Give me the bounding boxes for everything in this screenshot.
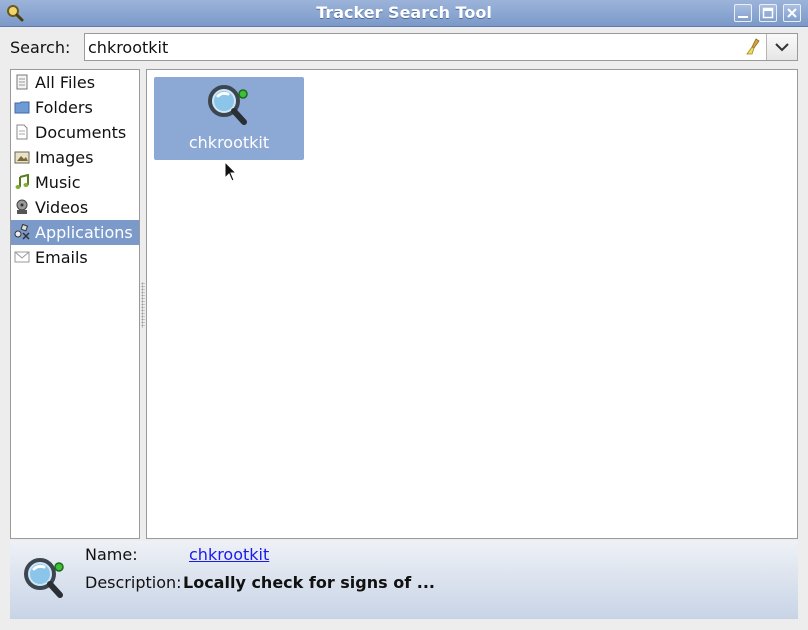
title-bar[interactable]: Tracker Search Tool <box>0 0 808 27</box>
pane-resize-handle[interactable] <box>141 282 145 328</box>
category-label: Videos <box>35 198 89 217</box>
results-view[interactable]: chkrootkit <box>146 69 798 539</box>
folder-icon <box>14 101 30 114</box>
result-item-chkrootkit[interactable]: chkrootkit <box>154 77 304 160</box>
category-applications[interactable]: Applications <box>11 220 139 245</box>
category-label: Emails <box>35 248 88 267</box>
chkrootkit-app-icon <box>208 85 248 125</box>
email-icon <box>14 251 30 263</box>
search-input[interactable] <box>85 34 738 60</box>
document-icon <box>16 124 28 140</box>
image-icon <box>14 151 30 164</box>
all-files-icon <box>16 74 28 90</box>
category-label: All Files <box>35 73 96 92</box>
search-history-dropdown[interactable] <box>766 34 797 60</box>
music-icon <box>15 174 29 189</box>
category-folders[interactable]: Folders <box>11 95 139 120</box>
minimize-button[interactable] <box>734 4 752 22</box>
category-all-files[interactable]: All Files <box>11 70 139 95</box>
search-combobox[interactable] <box>84 33 798 61</box>
category-label: Applications <box>35 223 133 242</box>
search-label: Search: <box>10 38 71 57</box>
category-music[interactable]: Music <box>11 170 139 195</box>
category-documents[interactable]: Documents <box>11 120 139 145</box>
category-label: Folders <box>35 98 93 117</box>
category-label: Music <box>35 173 81 192</box>
description-label: Description: <box>85 573 182 592</box>
name-link[interactable]: chkrootkit <box>189 545 269 564</box>
details-pane: Name: chkrootkit Description: Locally ch… <box>10 541 798 619</box>
chevron-down-icon <box>775 43 789 52</box>
category-videos[interactable]: Videos <box>11 195 139 220</box>
category-emails[interactable]: Emails <box>11 245 139 270</box>
name-label: Name: <box>85 545 138 564</box>
chkrootkit-app-icon <box>24 558 64 598</box>
applications-icon <box>14 224 30 240</box>
window-title: Tracker Search Tool <box>316 3 492 22</box>
result-label: chkrootkit <box>188 133 270 152</box>
maximize-button[interactable] <box>759 4 777 22</box>
mouse-cursor-icon <box>224 161 238 182</box>
clear-search-icon[interactable] <box>745 38 763 56</box>
description-value: Locally check for signs of ... <box>183 573 435 592</box>
category-images[interactable]: Images <box>11 145 139 170</box>
close-icon <box>787 8 797 18</box>
category-label: Images <box>35 148 94 167</box>
minimize-icon <box>738 16 748 18</box>
category-label: Documents <box>35 123 127 142</box>
close-button[interactable] <box>783 4 801 22</box>
video-icon <box>16 199 28 214</box>
maximize-icon <box>762 7 774 19</box>
category-list[interactable]: All Files Folders Documents Images Music… <box>10 69 140 539</box>
